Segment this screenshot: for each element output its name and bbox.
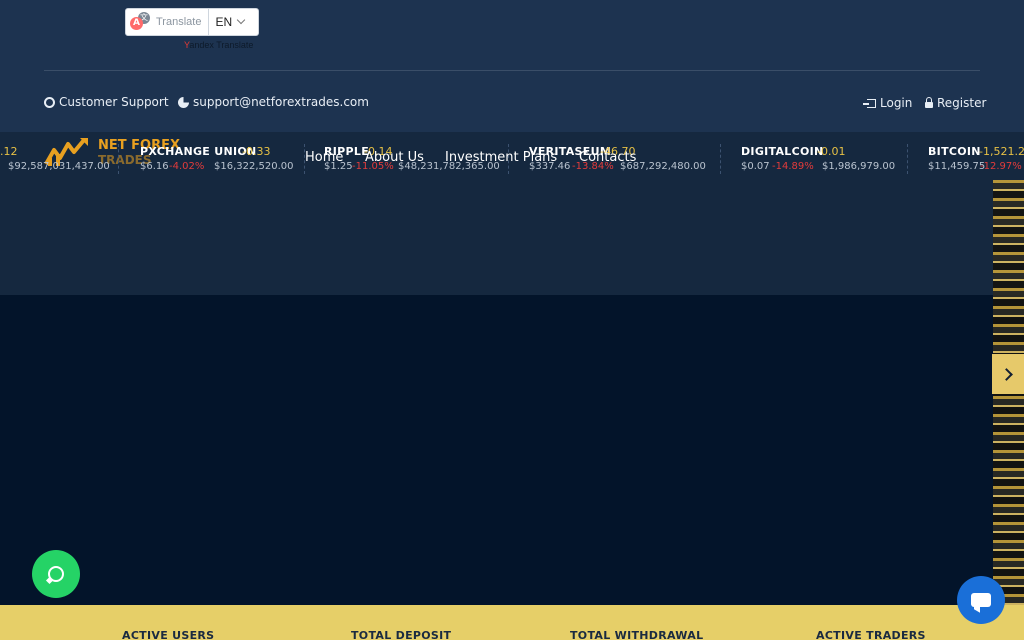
lock-icon xyxy=(925,96,933,108)
login-label: Login xyxy=(880,96,913,110)
nav-contacts[interactable]: Contacts xyxy=(579,150,636,165)
nav-home[interactable]: Home xyxy=(305,150,343,165)
stat-total-withdrawal: TOTAL WITHDRAWAL xyxy=(570,629,704,640)
globe-icon xyxy=(44,96,55,108)
ticker-item: BITCOIN -1,521.25 $11,459.75 -12.97% xyxy=(928,140,1024,178)
ticker-separator xyxy=(118,144,119,174)
stat-active-traders: ACTIVE TRADERS xyxy=(816,629,926,640)
yandex-translate-link[interactable]: Yandex Translate xyxy=(184,40,253,50)
sign-in-icon xyxy=(863,98,876,108)
ticker-separator xyxy=(907,144,908,174)
ticker-name: BITCOIN xyxy=(928,145,981,158)
whatsapp-button[interactable] xyxy=(32,550,80,598)
ticker-cap: $16,322,520.00 xyxy=(214,161,294,172)
stats-bar: ACTIVE USERS TOTAL DEPOSIT TOTAL WITHDRA… xyxy=(0,605,1024,640)
register-label: Register xyxy=(937,96,987,110)
hero-section xyxy=(0,295,1024,605)
ticker-change: -0.33 xyxy=(242,145,271,158)
stat-active-users: ACTIVE USERS xyxy=(122,629,215,640)
chat-icon xyxy=(971,593,991,607)
whatsapp-icon xyxy=(48,566,64,582)
ticker-change: .12 xyxy=(0,145,18,158)
ticker-item: DIGITALCOIN -0.01 $0.07 -14.89% $1,986,9… xyxy=(741,140,901,178)
ticker-item: .12 $92,587,031,437.00 xyxy=(0,140,115,178)
ticker-price: $6.16 xyxy=(140,161,169,172)
ticker-item: PXCHANGE UNION -0.33 $6.16 -4.02% $16,32… xyxy=(140,140,300,178)
translate-label: Translate xyxy=(156,16,202,28)
language-select[interactable]: EN xyxy=(215,15,232,29)
login-link[interactable]: Login xyxy=(863,96,913,110)
ticker-change: -1,521.25 xyxy=(979,145,1024,158)
ticker-cap: $1,986,979.00 xyxy=(822,161,896,172)
ticker-cap: $92,587,031,437.00 xyxy=(8,161,110,172)
nav-investment-plans[interactable]: Investment Plans xyxy=(445,150,557,165)
chevron-down-icon[interactable] xyxy=(236,15,246,25)
divider xyxy=(208,9,210,35)
ticker-change: -0.01 xyxy=(817,145,846,158)
slider-next-button[interactable] xyxy=(992,354,1024,394)
ticker-price: $11,459.75 xyxy=(928,161,986,172)
support-email: support@netforextrades.com xyxy=(193,95,369,109)
customer-support-label: Customer Support xyxy=(59,95,169,109)
customer-support-link[interactable]: Customer Support xyxy=(44,95,169,109)
register-link[interactable]: Register xyxy=(925,96,986,110)
stat-total-deposit: TOTAL DEPOSIT xyxy=(351,629,452,640)
ticker-percent: -12.97% xyxy=(980,161,1022,172)
live-chat-button[interactable] xyxy=(957,576,1005,624)
translate-icon: 文 A xyxy=(130,12,150,32)
ticker-percent: -4.02% xyxy=(169,161,205,172)
translate-widget[interactable]: 文 A Translate EN xyxy=(125,8,259,36)
pie-icon xyxy=(178,96,189,108)
ticker-separator xyxy=(720,144,721,174)
ticker-name: PXCHANGE UNION xyxy=(140,145,257,158)
chevron-right-icon xyxy=(999,367,1013,381)
nav-about[interactable]: About Us xyxy=(365,150,424,165)
ticker-percent: -14.89% xyxy=(772,161,814,172)
header-divider xyxy=(44,70,980,71)
support-email-link[interactable]: support@netforextrades.com xyxy=(178,95,369,109)
ticker-name: DIGITALCOIN xyxy=(741,145,824,158)
ticker-price: $0.07 xyxy=(741,161,770,172)
